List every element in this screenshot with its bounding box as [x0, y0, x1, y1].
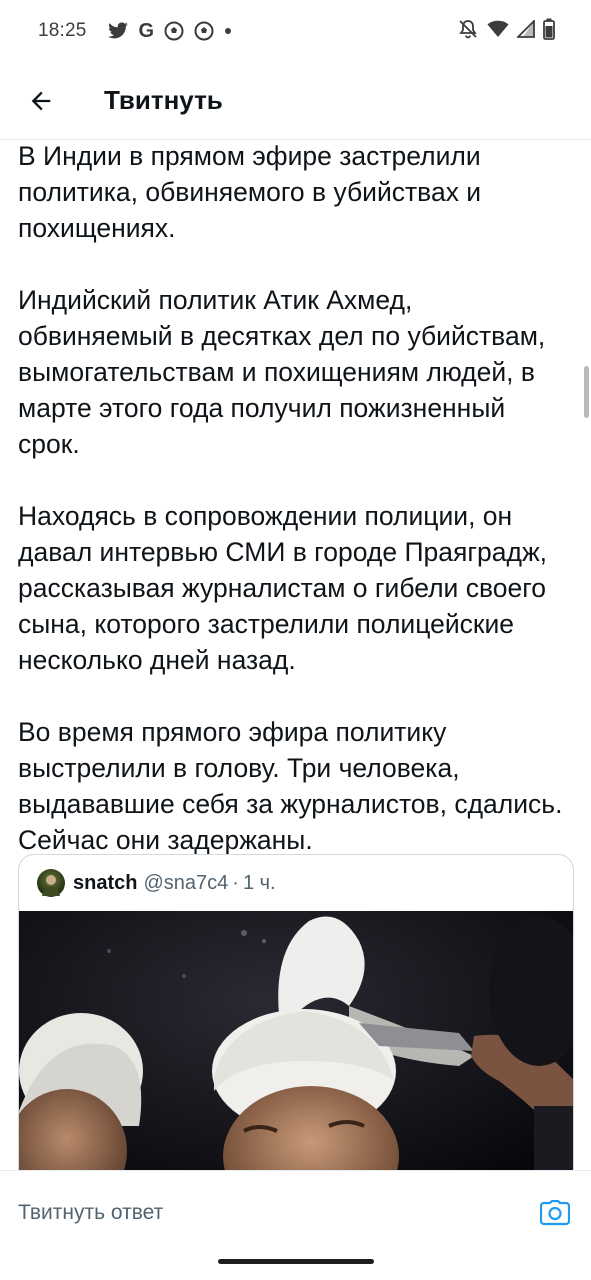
- tweet-paragraph: Индийский политик Атик Ахмед, обвиняемый…: [18, 285, 546, 459]
- quoted-author-handle: @sna7c4: [143, 871, 229, 894]
- mute-icon: [457, 18, 479, 45]
- tweet-text: В Индии в прямом эфире застрелили полити…: [0, 140, 591, 858]
- tweet-detail[interactable]: В Индии в прямом эфире застрелили полити…: [0, 140, 591, 1170]
- battery-icon: [543, 18, 555, 45]
- tweet-paragraph: Во время прямого эфира политику выстрели…: [18, 717, 563, 855]
- quoted-tweet-header: snatch @sna7c4 · 1 ч.: [19, 855, 573, 911]
- google-icon: G: [138, 19, 155, 42]
- tweet-paragraph: Находясь в сопровождении полиции, он дав…: [18, 501, 548, 675]
- status-bar: 18:25 G: [0, 0, 591, 62]
- quoted-tweet-time: 1 ч.: [242, 871, 276, 894]
- scrollbar-thumb[interactable]: [584, 366, 589, 418]
- quoted-tweet[interactable]: snatch @sna7c4 · 1 ч.: [18, 854, 574, 1170]
- camera-button[interactable]: [539, 1197, 571, 1229]
- wifi-icon: [487, 20, 509, 43]
- notification-icons: G: [107, 20, 233, 43]
- soccer-ball-icon: [164, 21, 184, 41]
- soccer-ball-icon: [194, 21, 214, 41]
- system-icons: [457, 18, 555, 45]
- avatar[interactable]: [37, 869, 65, 897]
- tweet-paragraph: В Индии в прямом эфире застрелили полити…: [18, 141, 482, 243]
- page-title: Твитнуть: [104, 85, 223, 115]
- reply-composer[interactable]: Твитнуть ответ: [0, 1170, 591, 1254]
- signal-icon: [515, 18, 535, 43]
- quoted-author-name[interactable]: snatch: [73, 872, 137, 895]
- home-indicator[interactable]: [217, 1259, 374, 1264]
- dot-icon: [224, 27, 232, 35]
- twitter-icon: [107, 22, 129, 40]
- reply-input[interactable]: Твитнуть ответ: [18, 1201, 163, 1225]
- top-app-bar: Твитнуть: [0, 62, 591, 140]
- separator-dot: ·: [232, 871, 239, 894]
- person-silhouette-icon: [42, 875, 60, 896]
- video-frame: [19, 911, 573, 1170]
- camera-icon: [540, 1199, 570, 1225]
- quoted-tweet-video[interactable]: [19, 911, 573, 1170]
- arrow-left-icon: [31, 91, 51, 110]
- status-time: 18:25: [38, 20, 87, 41]
- back-button[interactable]: [19, 79, 63, 123]
